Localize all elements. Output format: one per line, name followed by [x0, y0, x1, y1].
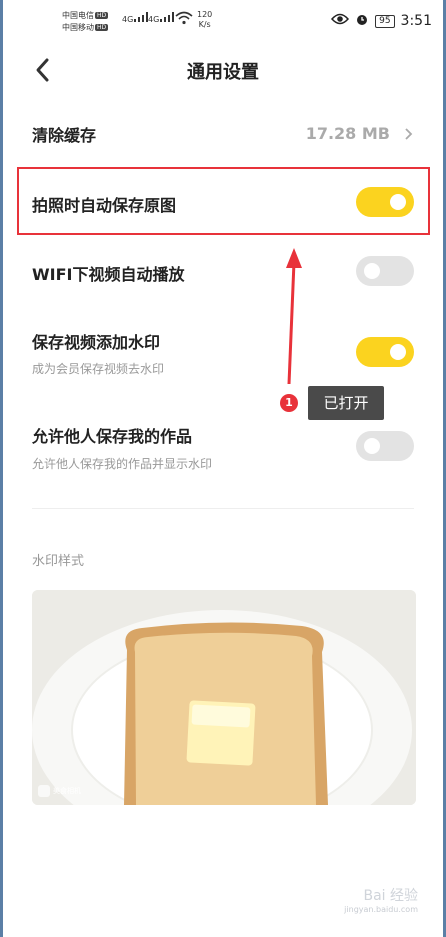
annotation-tooltip: 已打开: [308, 386, 384, 420]
baidu-watermark: Bai 经验 jingyan.baidu.com: [344, 888, 418, 914]
annotation-badge: 1: [280, 394, 298, 412]
annotation-arrow: [286, 248, 302, 385]
